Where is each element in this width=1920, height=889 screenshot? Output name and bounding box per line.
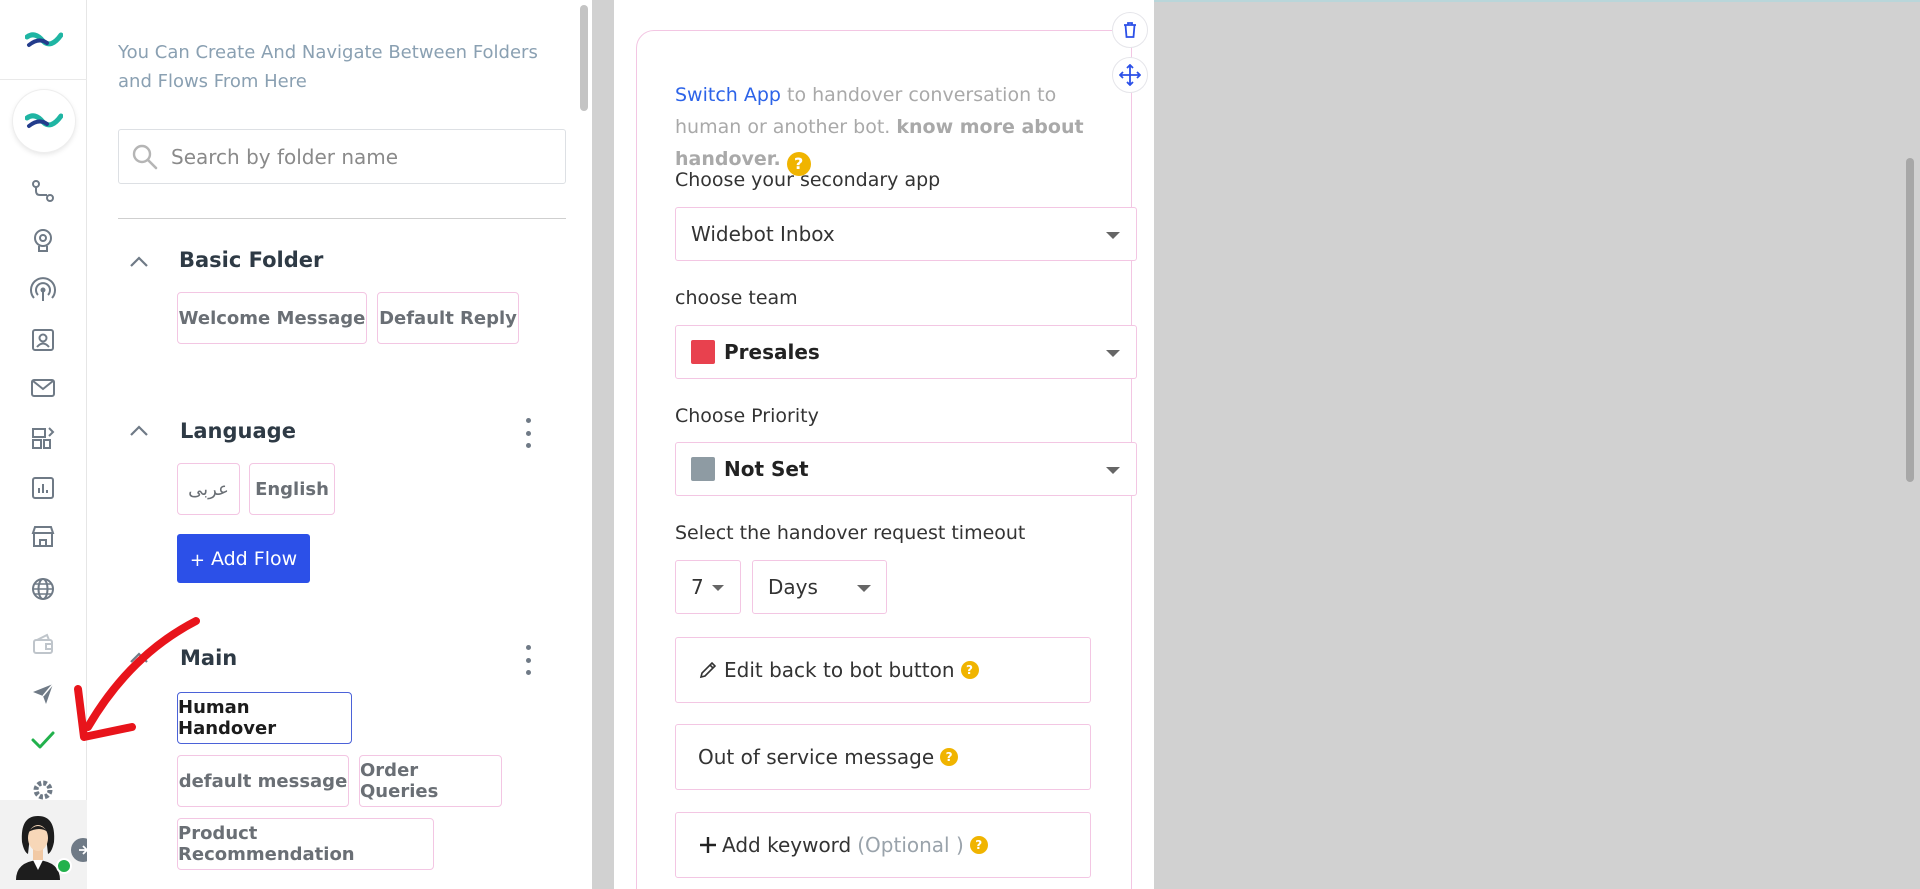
handover-intro: Switch App to handover conversation to h…	[675, 79, 1105, 176]
team-value: Presales	[724, 340, 820, 364]
team-color-swatch	[691, 340, 715, 364]
collapse-chevron-icon[interactable]	[128, 254, 150, 270]
folder-title-basic[interactable]: Basic Folder	[179, 248, 323, 272]
add-flow-label: Add Flow	[210, 547, 298, 570]
timeout-value: 7	[691, 575, 704, 599]
folder-search-box[interactable]	[118, 129, 566, 184]
broadcast-icon[interactable]	[28, 275, 58, 305]
widebot-logo-icon	[25, 113, 63, 128]
priority-select[interactable]: Not Set	[675, 442, 1137, 496]
search-icon	[132, 144, 158, 169]
dropdown-caret-icon	[712, 585, 724, 591]
plus-icon: +	[189, 550, 205, 571]
help-icon[interactable]: ?	[960, 661, 979, 679]
secondary-app-select[interactable]: Widebot Inbox	[675, 207, 1137, 261]
apps-icon[interactable]	[28, 423, 58, 453]
folder-menu-kebab-icon[interactable]	[523, 418, 533, 448]
flow-chip-default-message[interactable]: default message	[177, 755, 349, 807]
out-of-service-label: Out of service message	[698, 745, 935, 769]
priority-color-swatch	[691, 457, 715, 481]
timeout-value-select[interactable]: 7	[675, 560, 741, 614]
workspace-avatar[interactable]	[13, 90, 75, 152]
add-keyword-button[interactable]: Add keyword (Optional ) ?	[675, 812, 1091, 878]
folder-menu-kebab-icon[interactable]	[523, 645, 533, 675]
flow-chip-english[interactable]: English	[249, 463, 335, 515]
edit-back-label: Edit back to bot button	[724, 658, 955, 682]
flow-canvas-column: Switch App to handover conversation to h…	[614, 0, 1154, 889]
annotation-arrow-icon	[74, 617, 200, 741]
timeout-unit-select[interactable]: Days	[752, 560, 887, 614]
add-flow-button[interactable]: + Add Flow	[177, 534, 310, 583]
folder-title-language[interactable]: Language	[180, 419, 296, 443]
inbox-icon[interactable]	[28, 373, 58, 403]
secondary-app-label: Choose your secondary app	[675, 169, 941, 191]
help-icon[interactable]: ?	[969, 836, 988, 854]
plus-icon	[700, 837, 716, 853]
wallet-icon[interactable]	[28, 629, 58, 659]
flow-chip-order-queries[interactable]: Order Queries	[359, 755, 502, 807]
check-icon[interactable]	[28, 725, 58, 755]
online-status-dot	[56, 858, 72, 874]
send-icon[interactable]	[28, 678, 58, 708]
folders-panel: You Can Create And Navigate Between Fold…	[87, 0, 592, 889]
store-icon[interactable]	[28, 522, 58, 552]
dropdown-caret-icon	[857, 585, 871, 592]
panel-hint: You Can Create And Navigate Between Fold…	[118, 42, 538, 92]
move-icon	[1119, 64, 1141, 86]
canvas-scrollbar-thumb[interactable]	[1906, 158, 1914, 482]
brand-logo[interactable]	[0, 0, 87, 80]
flow-chip-default-reply[interactable]: Default Reply	[377, 292, 519, 344]
move-card-button[interactable]	[1112, 57, 1148, 93]
ai-brain-icon[interactable]	[28, 225, 58, 255]
out-of-service-button[interactable]: Out of service message ?	[675, 724, 1091, 790]
panel-gutter	[592, 0, 614, 889]
add-keyword-label: Add keyword	[722, 833, 852, 857]
dropdown-caret-icon	[1106, 467, 1120, 474]
widebot-logo-icon	[24, 31, 63, 47]
pencil-icon	[699, 661, 717, 679]
priority-value: Not Set	[724, 457, 809, 481]
flow-chip-welcome-message[interactable]: Welcome Message	[177, 292, 367, 344]
handover-card[interactable]: Switch App to handover conversation to h…	[636, 30, 1137, 889]
contacts-icon[interactable]	[28, 325, 58, 355]
divider	[118, 218, 566, 219]
team-label: choose team	[675, 287, 798, 309]
timeout-label: Select the handover request timeout	[675, 522, 1026, 544]
panel-scrollbar-thumb[interactable]	[580, 5, 588, 111]
team-select[interactable]: Presales	[675, 325, 1137, 379]
panel-scrollbar-track	[578, 0, 592, 889]
delete-card-button[interactable]	[1112, 12, 1148, 48]
secondary-app-value: Widebot Inbox	[691, 222, 835, 246]
icon-rail	[0, 0, 95, 889]
dropdown-caret-icon	[1106, 350, 1120, 357]
flow-chip-arabic[interactable]: عربى	[177, 463, 240, 515]
priority-label: Choose Priority	[675, 405, 819, 427]
edit-back-to-bot-button[interactable]: Edit back to bot button ?	[675, 637, 1091, 703]
flow-chip-product-recommendation[interactable]: Product Recommendation	[177, 818, 434, 870]
flows-icon[interactable]	[28, 176, 58, 206]
timeout-unit: Days	[768, 575, 818, 599]
add-keyword-optional: (Optional )	[857, 833, 964, 857]
folder-search-input[interactable]	[171, 144, 551, 169]
collapse-chevron-icon[interactable]	[128, 423, 150, 439]
analytics-icon[interactable]	[28, 473, 58, 503]
globe-icon[interactable]	[28, 574, 58, 604]
help-icon[interactable]: ?	[940, 748, 959, 766]
trash-icon	[1124, 22, 1136, 38]
switch-app-link[interactable]: Switch App	[675, 84, 781, 106]
dropdown-caret-icon	[1106, 232, 1120, 239]
